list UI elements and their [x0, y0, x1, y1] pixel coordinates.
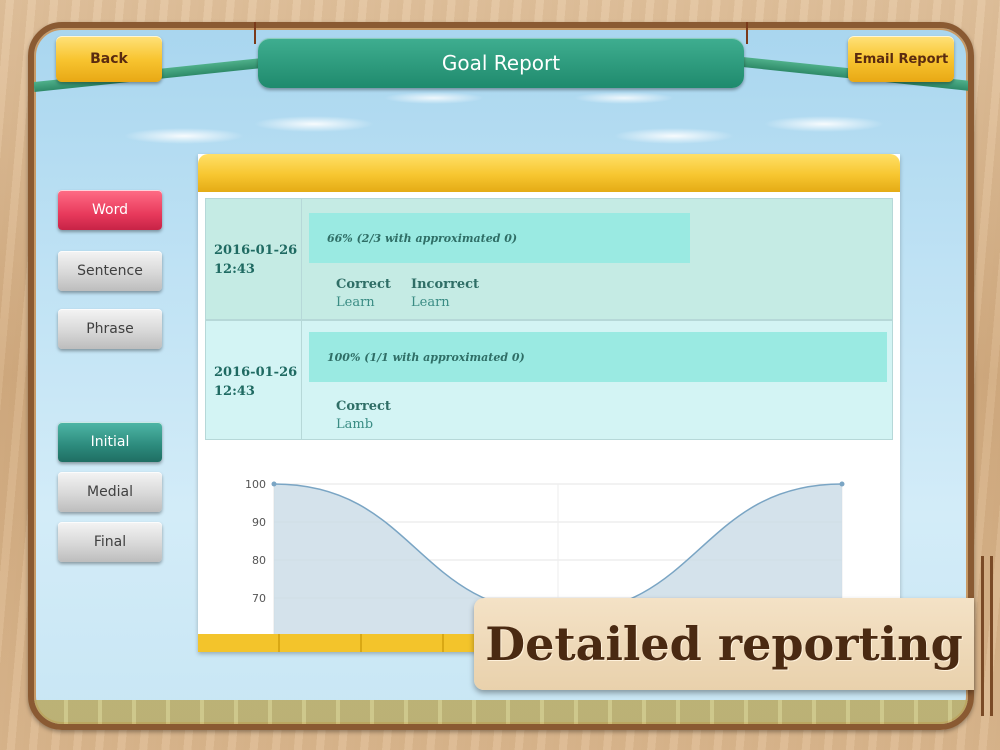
title-hanger-right — [746, 22, 748, 44]
caption-banner: Detailed reporting — [474, 598, 974, 690]
report-panel: 2016-01-26 12:43 66% (2/3 with approxima… — [198, 154, 900, 652]
report-date: 2016-01-26 — [214, 243, 298, 258]
chart-y-tick-label: 90 — [252, 516, 266, 529]
report-time: 12:43 — [214, 262, 255, 277]
chart-data-point — [839, 481, 845, 487]
position-final-button[interactable]: Final — [58, 522, 162, 562]
panel-header-bar — [198, 154, 900, 192]
chart-y-tick-label: 100 — [245, 478, 266, 491]
chart-y-tick-label: 70 — [252, 592, 266, 605]
category-phrase-button[interactable]: Phrase — [58, 309, 162, 349]
report-time: 12:43 — [214, 384, 255, 399]
wood-rails — [978, 556, 996, 716]
score-text: 66% (2/3 with approximated 0) — [327, 231, 518, 245]
back-button[interactable]: Back — [56, 36, 162, 82]
title-hanger-left — [254, 22, 256, 44]
position-initial-button[interactable]: Initial — [58, 422, 162, 462]
report-date: 2016-01-26 — [214, 365, 298, 380]
category-sentence-button[interactable]: Sentence — [58, 251, 162, 291]
incorrect-header: Incorrect — [411, 277, 480, 292]
correct-word: Lamb — [336, 417, 374, 432]
correct-word: Learn — [336, 295, 375, 310]
correct-header: Correct — [336, 277, 391, 292]
score-bar: 66% (2/3 with approximated 0) — [309, 213, 690, 263]
page-title: Goal Report — [258, 38, 744, 88]
floor-strip — [34, 700, 968, 724]
email-report-button[interactable]: Email Report — [848, 36, 954, 82]
report-row-date: 2016-01-26 12:43 — [206, 199, 302, 319]
report-row-date: 2016-01-26 12:43 — [206, 321, 302, 439]
chart-data-point — [271, 481, 277, 487]
score-bar: 100% (1/1 with approximated 0) — [309, 332, 887, 382]
chart-y-tick-label: 80 — [252, 554, 266, 567]
category-word-button[interactable]: Word — [58, 190, 162, 230]
report-row: 2016-01-26 12:43 66% (2/3 with approxima… — [205, 198, 893, 320]
incorrect-word: Learn — [411, 295, 450, 310]
position-medial-button[interactable]: Medial — [58, 472, 162, 512]
report-row: 2016-01-26 12:43 100% (1/1 with approxim… — [205, 320, 893, 440]
correct-header: Correct — [336, 399, 391, 414]
score-text: 100% (1/1 with approximated 0) — [327, 350, 525, 364]
